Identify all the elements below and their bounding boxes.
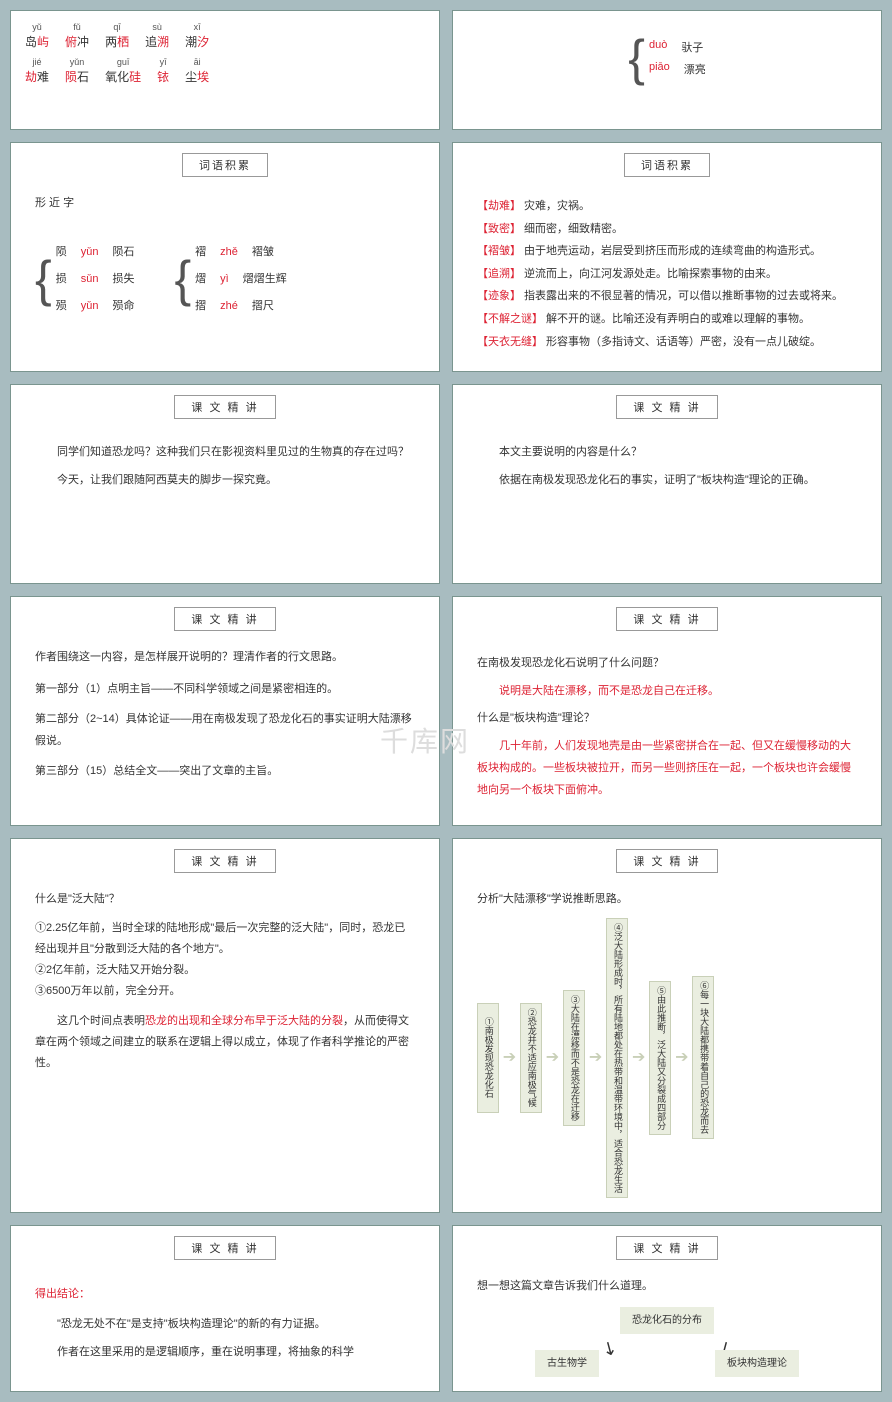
arrow-icon: ➔ — [546, 1043, 559, 1073]
pinyin-item: qī两栖 — [105, 21, 129, 50]
p-conclusion-1: "恐龙无处不在"是支持"板块构造理论"的新的有力证据。 — [35, 1313, 415, 1335]
pinyin-item: guī氧化硅 — [105, 56, 141, 85]
definition-line: 【致密】 细而密，细致精密。 — [477, 221, 857, 239]
heading-xingjinzi: 形 近 字 — [35, 193, 415, 214]
p-conclusion-2: 作者在这里采用的是逻辑顺序，重在说明事理，将抽象的科学 — [35, 1341, 415, 1363]
slide-conclusion: 课 文 精 讲 得出结论： "恐龙无处不在"是支持"板块构造理论"的新的有力证据… — [10, 1225, 440, 1392]
pinyin-entry: piāo漂亮 — [649, 61, 706, 77]
arrow-icon: ➔ — [632, 1043, 645, 1073]
pinyin-item: sù追溯 — [145, 21, 169, 50]
p-s9-conclusion: 这几个时间点表明恐龙的出现和全球分布早于泛大陆的分裂，从而使得文章在两个领域之间… — [35, 1011, 415, 1074]
slide-grid: yǔ岛屿 fǔ俯冲 qī两栖 sù追溯 xī潮汐 jié劫难 yǔn陨石 guī氧化硅 yī铱… — [0, 0, 892, 1402]
slide-pinyin-2: { duò驮子piāo漂亮 — [452, 10, 882, 130]
xingjinzi-entry: 褶zhě褶皱 — [195, 242, 287, 263]
p-conclusion-h: 得出结论： — [35, 1284, 415, 1305]
title-ciyu: 词语积累 — [624, 153, 710, 177]
arrow-icon: ➔ — [675, 1043, 688, 1073]
flow-step: ④泛大陆形成时，所有陆地都处在热带和温带环境中，适合恐龙生活 — [606, 918, 628, 1198]
title-kewen: 课 文 精 讲 — [616, 1236, 717, 1260]
pinyin-item: fǔ俯冲 — [65, 21, 89, 50]
p-s10-h: 分析"大陆漂移"学说推断思路。 — [477, 889, 857, 910]
slide-plate: 课 文 精 讲 在南极发现恐龙化石说明了什么问题？ 说明是大陆在漂移，而不是恐龙… — [452, 596, 882, 826]
p-part3: 第三部分（15）总结全文——突出了文章的主旨。 — [35, 760, 415, 782]
slide-pinyin-1: yǔ岛屿 fǔ俯冲 qī两栖 sù追溯 xī潮汐 jié劫难 yǔn陨石 guī氧化硅 yī铱… — [10, 10, 440, 130]
p-s8-q1: 在南极发现恐龙化石说明了什么问题？ — [477, 653, 857, 674]
p-struct-q: 作者围绕这一内容，是怎样展开说明的？理清作者的行文思路。 — [35, 647, 415, 668]
pinyin-entry: duò驮子 — [649, 39, 706, 55]
diag-top-box: 恐龙化石的分布 — [620, 1307, 714, 1334]
title-kewen: 课 文 精 讲 — [616, 607, 717, 631]
xingjinzi-entry: 损sǔn损失 — [56, 269, 135, 290]
xingjinzi-entry: 摺zhé摺尺 — [195, 296, 287, 317]
flow-step: ③大陆在漂移而不是恐龙在迁移 — [563, 990, 585, 1126]
pinyin-item: xī潮汐 — [185, 21, 209, 50]
xingjinzi-entry: 陨yǔn陨石 — [56, 242, 135, 263]
pinyin-item: yī铱 — [157, 56, 169, 85]
diag-box-1: 古生物学 — [535, 1350, 599, 1377]
xingjinzi-entry: 殒yǔn殒命 — [56, 296, 135, 317]
slide-diagram: 课 文 精 讲 想一想这篇文章告诉我们什么道理。 恐龙化石的分布 ↘ ↘ 古生物… — [452, 1225, 882, 1392]
title-kewen: 课 文 精 讲 — [616, 849, 717, 873]
title-kewen: 课 文 精 讲 — [174, 607, 275, 631]
p-s8-a2: 几十年前，人们发现地壳是由一些紧密拼合在一起、但又在缓慢移动的大板块构成的。一些… — [477, 735, 857, 801]
arrow-icon: ➔ — [589, 1043, 602, 1073]
title-kewen: 课 文 精 讲 — [174, 849, 275, 873]
p-part1: 第一部分（1）点明主旨——不同科学领域之间是紧密相连的。 — [35, 678, 415, 700]
slide-definitions: 词语积累 【劫难】 灾难，灾祸。【致密】 细而密，细致精密。【褶皱】 由于地壳运… — [452, 142, 882, 372]
slide-flow: 课 文 精 讲 分析"大陆漂移"学说推断思路。 ①南极发现恐龙化石➔②恐龙并不适… — [452, 838, 882, 1213]
p-intro-2: 今天，让我们跟随阿西莫夫的脚步一探究竟。 — [35, 469, 415, 491]
flow-step: ②恐龙并不适应南极气候 — [520, 1003, 542, 1113]
flow-step: ⑤由此推断，泛大陆又分裂成四部分 — [649, 981, 671, 1135]
concept-diagram: 恐龙化石的分布 ↘ ↘ 古生物学 板块构造理论 — [477, 1307, 857, 1377]
p-s12-q: 想一想这篇文章告诉我们什么道理。 — [477, 1276, 857, 1297]
p-intro-1: 同学们知道恐龙吗？这种我们只在影视资料里见过的生物真的存在过吗？ — [35, 441, 415, 463]
pinyin-item: jié劫难 — [25, 56, 49, 85]
p-s9-q: 什么是"泛大陆"？ — [35, 889, 415, 910]
pinyin-item: āi尘埃 — [185, 56, 209, 85]
slide-pangaea: 课 文 精 讲 什么是"泛大陆"？ ①2.25亿年前，当时全球的陆地形成"最后一… — [10, 838, 440, 1213]
xingjinzi-entry: 熠yì熠熠生辉 — [195, 269, 287, 290]
p-s9-2: ②2亿年前，泛大陆又开始分裂。 — [35, 960, 415, 981]
slide-maincontent: 课 文 精 讲 本文主要说明的内容是什么？ 依据在南极发现恐龙化石的事实，证明了… — [452, 384, 882, 584]
flow-step: ⑥每一块大陆都携带着自己的恐龙而去 — [692, 976, 714, 1139]
flow-step: ①南极发现恐龙化石 — [477, 1003, 499, 1113]
p-s8-a1: 说明是大陆在漂移，而不是恐龙自己在迁移。 — [477, 680, 857, 702]
p-s8-q2: 什么是"板块构造"理论？ — [477, 708, 857, 729]
definition-line: 【不解之谜】 解不开的谜。比喻还没有弄明白的或难以理解的事物。 — [477, 311, 857, 329]
definition-line: 【褶皱】 由于地壳运动，岩层受到挤压而形成的连续弯曲的构造形式。 — [477, 243, 857, 261]
definition-line: 【追溯】 逆流而上，向江河发源处走。比喻探索事物的由来。 — [477, 266, 857, 284]
title-kewen: 课 文 精 讲 — [174, 395, 275, 419]
pinyin-item: yǔ岛屿 — [25, 21, 49, 50]
slide-xingjinzi: 词语积累 形 近 字 { 陨yǔn陨石损sǔn损失殒yǔn殒命 { 褶zhě褶皱… — [10, 142, 440, 372]
title-kewen: 课 文 精 讲 — [616, 395, 717, 419]
p-s9-1: ①2.25亿年前，当时全球的陆地形成"最后一次完整的泛大陆"，同时，恐龙已经出现… — [35, 918, 415, 960]
p-q1: 本文主要说明的内容是什么？ — [477, 441, 857, 463]
diag-box-2: 板块构造理论 — [715, 1350, 799, 1377]
p-a1: 依据在南极发现恐龙化石的事实，证明了"板块构造"理论的正确。 — [477, 469, 857, 491]
title-ciyu: 词语积累 — [182, 153, 268, 177]
definition-line: 【天衣无缝】 形容事物（多指诗文、话语等）严密，没有一点儿破绽。 — [477, 334, 857, 352]
p-part2: 第二部分（2~14）具体论证——用在南极发现了恐龙化石的事实证明大陆漂移假说。 — [35, 708, 415, 752]
title-kewen: 课 文 精 讲 — [174, 1236, 275, 1260]
pinyin-item: yǔn陨石 — [65, 56, 89, 85]
definition-line: 【劫难】 灾难，灾祸。 — [477, 198, 857, 216]
p-s9-3: ③6500万年以前，完全分开。 — [35, 981, 415, 1002]
slide-intro: 课 文 精 讲 同学们知道恐龙吗？这种我们只在影视资料里见过的生物真的存在过吗？… — [10, 384, 440, 584]
slide-structure: 课 文 精 讲 作者围绕这一内容，是怎样展开说明的？理清作者的行文思路。 第一部… — [10, 596, 440, 826]
arrow-icon: ➔ — [503, 1043, 516, 1073]
definition-line: 【迹象】 指表露出来的不很显著的情况，可以借以推断事物的过去或将来。 — [477, 288, 857, 306]
